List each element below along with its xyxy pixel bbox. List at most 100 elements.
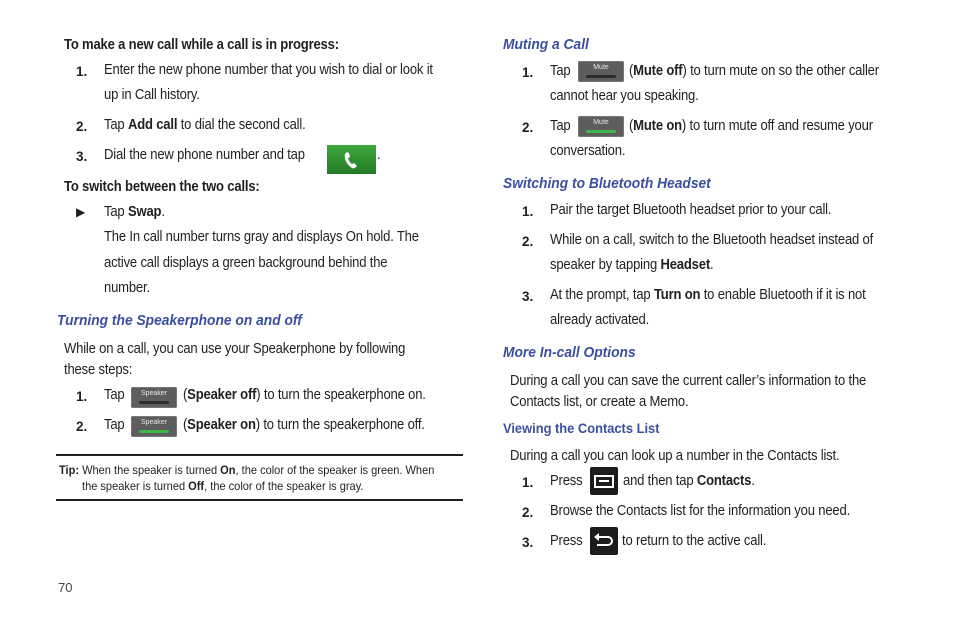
tip-line: Tip: When the speaker is turned On, the … (59, 463, 434, 477)
body-text: During a call you can look up a number i… (510, 448, 840, 464)
bold-term: Off (188, 479, 205, 493)
bold-term: Contacts (696, 473, 752, 489)
text: ) to turn the speakerphone off. (255, 417, 425, 433)
bold-term: Speaker off (187, 387, 257, 403)
bold-term: Add call (127, 117, 178, 133)
step-number: 1. (522, 204, 534, 219)
button-label: Mute (593, 64, 609, 71)
step-text: Pair the target Bluetooth headset prior … (550, 202, 832, 218)
status-bar-off (586, 75, 616, 78)
bold-term: Speaker on (187, 417, 256, 433)
step-number: 2. (76, 119, 88, 134)
back-arrow-glyph (594, 533, 613, 546)
intro-text: While on a call, you can use your Speake… (64, 341, 406, 357)
speaker-off-button-image: Speaker (131, 387, 177, 408)
mute-off-button-image: Mute (578, 61, 624, 82)
step-number: 1. (522, 475, 534, 490)
step-number: 2. (522, 505, 534, 520)
text: speaker by tapping (550, 257, 661, 273)
call-button-image (327, 145, 376, 174)
step-number: 1. (76, 64, 88, 79)
text: to enable Bluetooth if it is not (700, 287, 866, 303)
text: . (710, 257, 714, 273)
step-text: Tap (550, 63, 571, 79)
status-bar-off (139, 401, 169, 404)
description-line: active call displays a green background … (104, 255, 388, 271)
step-text: Dial the new phone number and tap (104, 147, 305, 163)
step-text: Press (550, 473, 583, 489)
bullet-arrow-icon: ▶ (76, 205, 86, 219)
step-number: 3. (522, 289, 534, 304)
text: At the prompt, tap (550, 287, 654, 303)
text: to dial the second call. (177, 117, 306, 133)
step-number: 1. (76, 389, 88, 404)
status-bar-on (139, 430, 169, 433)
bold-term: Mute on (633, 118, 682, 134)
step-text: already activated. (550, 312, 650, 328)
step-text: conversation. (550, 143, 626, 159)
body-text: During a call you can save the current c… (510, 373, 867, 389)
text: Tap (104, 117, 128, 133)
text: the speaker is turned (82, 479, 189, 493)
step-number: 3. (76, 149, 88, 164)
step-number: 2. (522, 234, 534, 249)
back-key-icon (590, 527, 618, 555)
intro-text: these steps: (64, 362, 133, 378)
button-label: Speaker (140, 419, 168, 426)
step-text: and then tap Contacts. (623, 473, 755, 489)
step-text: Press (550, 533, 583, 549)
speaker-on-button-image: Speaker (131, 416, 177, 437)
tip-top-divider (56, 454, 463, 456)
bold-term: Turn on (653, 287, 701, 303)
step-text: up in Call history. (104, 87, 200, 103)
text: ) to turn mute on so the other caller (682, 63, 879, 79)
tip-bottom-divider (56, 499, 463, 501)
step-text: Enter the new phone number that you wish… (104, 62, 433, 78)
bold-term: Headset (660, 257, 711, 273)
mute-on-button-image: Mute (578, 116, 624, 137)
text: Tap (104, 204, 128, 220)
menu-glyph (594, 475, 614, 488)
period: . (377, 147, 381, 163)
contacts-heading: Viewing the Contacts List (503, 420, 660, 436)
phone-icon (344, 152, 357, 169)
new-call-heading: To make a new call while a call is in pr… (64, 37, 339, 53)
step-text: Tap (104, 417, 125, 433)
step-text: to return to the active call. (622, 533, 767, 549)
bullet-text: Tap Swap. (104, 204, 165, 220)
step-number: 1. (522, 65, 534, 80)
step-number: 2. (522, 120, 534, 135)
switch-calls-heading: To switch between the two calls: (64, 179, 260, 195)
tip-label: Tip: (59, 463, 80, 477)
text: . (751, 473, 755, 489)
button-label: Speaker (140, 390, 168, 397)
text: ) to turn mute off and resume your (681, 118, 873, 134)
button-label: Mute (593, 119, 609, 126)
tip-line: the speaker is turned Off, the color of … (82, 479, 363, 493)
body-text: Contacts list, or create a Memo. (510, 394, 689, 410)
text: When the speaker is turned (79, 463, 221, 477)
step-text: Tap Add call to dial the second call. (104, 117, 306, 133)
step-text: (Speaker off) to turn the speakerphone o… (183, 387, 426, 403)
menu-key-icon (590, 467, 618, 495)
step-number: 3. (522, 535, 534, 550)
speakerphone-heading: Turning the Speakerphone on and off (57, 312, 302, 329)
bold-term: On (220, 463, 236, 477)
step-text: (Mute off) to turn mute on so the other … (629, 63, 879, 79)
description-line: The In call number turns gray and displa… (104, 229, 419, 245)
step-text: speaker by tapping Headset. (550, 257, 714, 273)
more-options-heading: More In-call Options (503, 344, 636, 361)
step-text: While on a call, switch to the Bluetooth… (550, 232, 874, 248)
page-number: 70 (58, 580, 73, 595)
step-text: (Mute on) to turn mute off and resume yo… (629, 118, 873, 134)
step-text: (Speaker on) to turn the speakerphone of… (183, 417, 425, 433)
text: , the color of the speaker is green. Whe… (235, 463, 435, 477)
status-bar-on (586, 130, 616, 133)
text: , the color of the speaker is gray. (204, 479, 364, 493)
text: . (161, 204, 165, 220)
text: ) to turn the speakerphone on. (256, 387, 426, 403)
description-line: number. (104, 280, 150, 296)
bold-term: Swap (127, 204, 162, 220)
step-text: cannot hear you speaking. (550, 88, 699, 104)
bluetooth-heading: Switching to Bluetooth Headset (503, 175, 711, 192)
